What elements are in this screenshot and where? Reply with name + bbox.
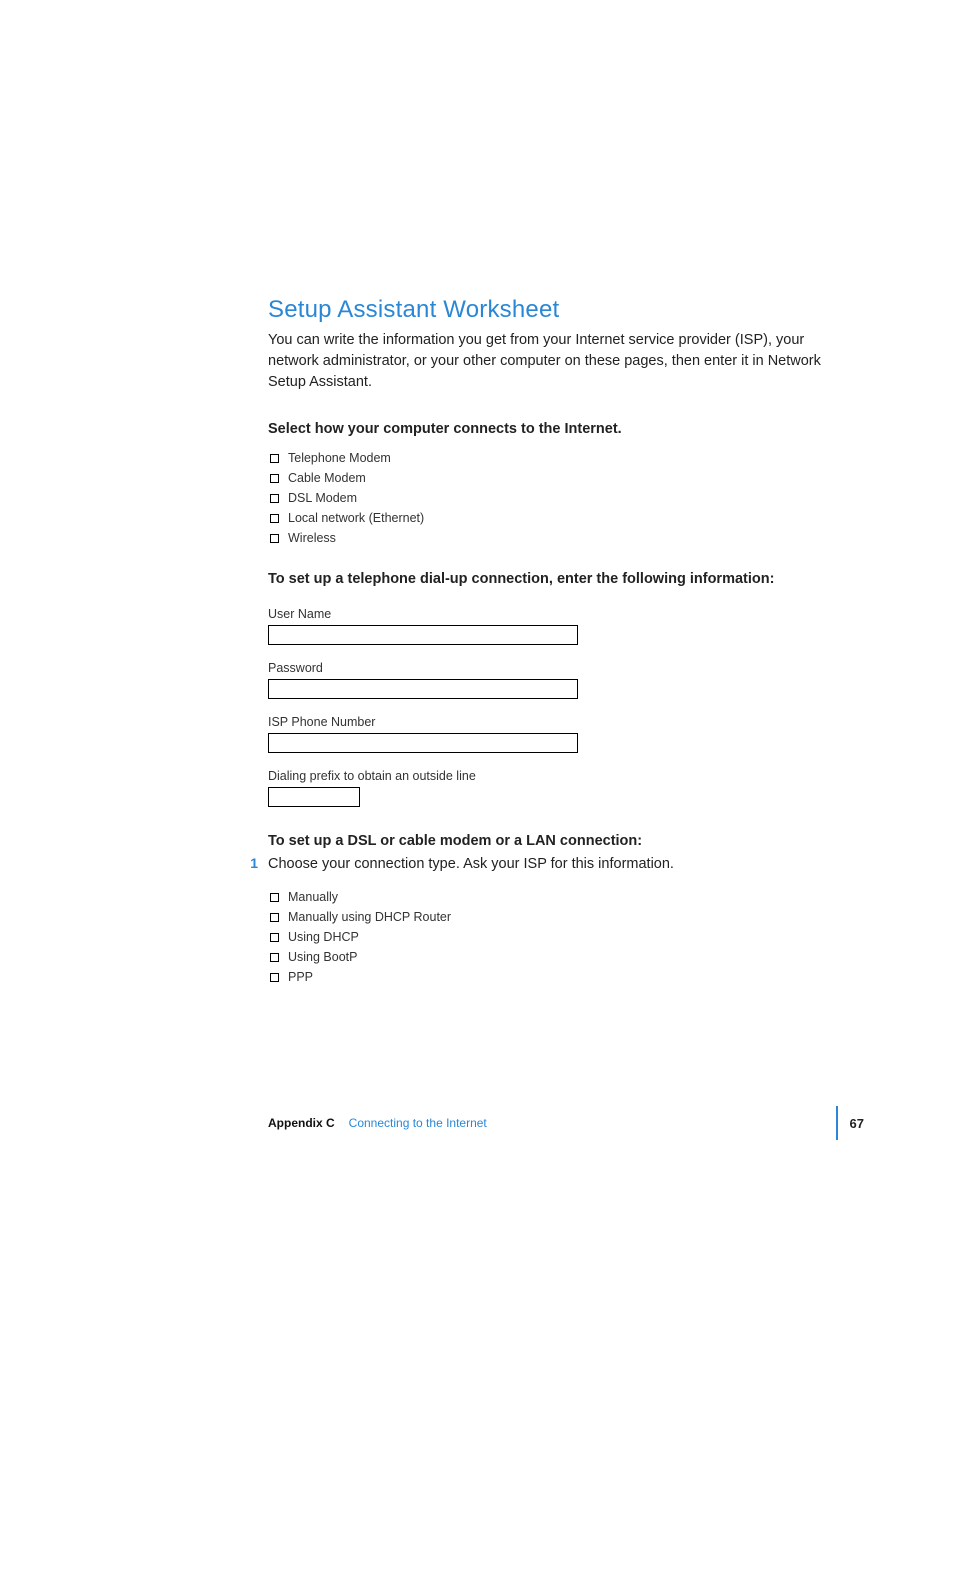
user-name-input[interactable] bbox=[268, 625, 578, 645]
footer-right: 67 bbox=[836, 1106, 864, 1140]
field-password: Password bbox=[268, 661, 864, 699]
option-label: Using DHCP bbox=[288, 930, 359, 944]
step-text: Choose your connection type. Ask your IS… bbox=[268, 856, 674, 872]
field-dialing-prefix: Dialing prefix to obtain an outside line bbox=[268, 769, 864, 807]
checkbox-icon[interactable] bbox=[270, 893, 279, 902]
step-1: 1 Choose your connection type. Ask your … bbox=[268, 855, 864, 872]
option-label: PPP bbox=[288, 970, 313, 984]
document-page: Setup Assistant Worksheet You can write … bbox=[0, 0, 954, 1572]
select-connection-heading: Select how your computer connects to the… bbox=[268, 421, 864, 437]
dialup-heading: To set up a telephone dial-up connection… bbox=[268, 571, 864, 587]
option-wireless: Wireless bbox=[270, 531, 864, 545]
field-isp-phone: ISP Phone Number bbox=[268, 715, 864, 753]
option-manually-dhcp-router: Manually using DHCP Router bbox=[270, 910, 864, 924]
option-ppp: PPP bbox=[270, 970, 864, 984]
option-local-network: Local network (Ethernet) bbox=[270, 511, 864, 525]
option-telephone-modem: Telephone Modem bbox=[270, 451, 864, 465]
intro-paragraph: You can write the information you get fr… bbox=[268, 330, 828, 393]
option-label: DSL Modem bbox=[288, 491, 357, 505]
field-label-password: Password bbox=[268, 661, 864, 675]
field-label-dialing-prefix: Dialing prefix to obtain an outside line bbox=[268, 769, 864, 783]
checkbox-icon[interactable] bbox=[270, 933, 279, 942]
dialing-prefix-input[interactable] bbox=[268, 787, 360, 807]
checkbox-icon[interactable] bbox=[270, 973, 279, 982]
step-number: 1 bbox=[246, 855, 258, 871]
checkbox-icon[interactable] bbox=[270, 474, 279, 483]
option-label: Local network (Ethernet) bbox=[288, 511, 424, 525]
checkbox-icon[interactable] bbox=[270, 913, 279, 922]
field-label-user-name: User Name bbox=[268, 607, 864, 621]
field-user-name: User Name bbox=[268, 607, 864, 645]
option-label: Manually bbox=[288, 890, 338, 904]
option-using-dhcp: Using DHCP bbox=[270, 930, 864, 944]
vertical-rule-icon bbox=[836, 1106, 838, 1140]
appendix-label: Appendix C bbox=[268, 1116, 335, 1130]
connection-options-list: Telephone Modem Cable Modem DSL Modem Lo… bbox=[270, 451, 864, 545]
page-number: 67 bbox=[850, 1116, 864, 1131]
checkbox-icon[interactable] bbox=[270, 494, 279, 503]
option-dsl-modem: DSL Modem bbox=[270, 491, 864, 505]
option-label: Telephone Modem bbox=[288, 451, 391, 465]
footer-left: Appendix C Connecting to the Internet bbox=[268, 1116, 487, 1130]
option-label: Manually using DHCP Router bbox=[288, 910, 451, 924]
option-label: Wireless bbox=[288, 531, 336, 545]
page-title: Setup Assistant Worksheet bbox=[268, 296, 864, 324]
checkbox-icon[interactable] bbox=[270, 514, 279, 523]
checkbox-icon[interactable] bbox=[270, 534, 279, 543]
checkbox-icon[interactable] bbox=[270, 953, 279, 962]
dsl-lan-heading: To set up a DSL or cable modem or a LAN … bbox=[268, 833, 864, 849]
page-footer: Appendix C Connecting to the Internet 67 bbox=[268, 1106, 864, 1140]
config-options-list: Manually Manually using DHCP Router Usin… bbox=[270, 890, 864, 984]
option-manually: Manually bbox=[270, 890, 864, 904]
chapter-title: Connecting to the Internet bbox=[349, 1116, 487, 1130]
isp-phone-input[interactable] bbox=[268, 733, 578, 753]
option-label: Using BootP bbox=[288, 950, 357, 964]
option-cable-modem: Cable Modem bbox=[270, 471, 864, 485]
password-input[interactable] bbox=[268, 679, 578, 699]
field-label-isp-phone: ISP Phone Number bbox=[268, 715, 864, 729]
checkbox-icon[interactable] bbox=[270, 454, 279, 463]
option-label: Cable Modem bbox=[288, 471, 366, 485]
option-using-bootp: Using BootP bbox=[270, 950, 864, 964]
